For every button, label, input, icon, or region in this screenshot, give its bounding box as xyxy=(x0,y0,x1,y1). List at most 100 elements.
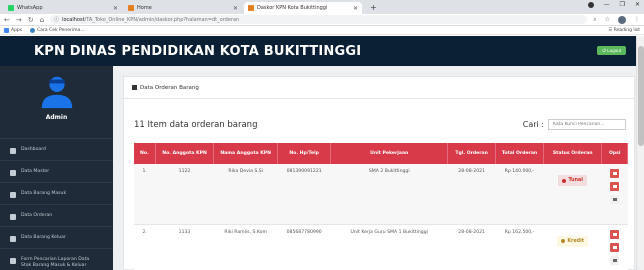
panel-title: Data Orderan Barang xyxy=(140,84,199,91)
cell-nama: Riki Ramlis, S.Kom xyxy=(213,224,278,270)
minimize-icon[interactable]: — xyxy=(604,1,610,8)
new-tab-button[interactable]: + xyxy=(364,2,383,14)
app-header: KPN DINAS PENDIDIKAN KOTA BUKITTINGGI ⏻ … xyxy=(0,36,636,66)
account-icon[interactable] xyxy=(587,1,594,8)
admin-avatar-icon xyxy=(41,76,72,109)
panel-heading: Data Orderan Barang xyxy=(124,77,634,99)
admin-label: Admin xyxy=(45,114,68,121)
sidebar-item-barang-masuk[interactable]: Data Barang Masuk xyxy=(0,182,113,204)
main-content: Data Orderan Barang 11 Item data orderan… xyxy=(113,66,636,270)
url-field[interactable]: ⓘ localhost /TA_Toko_Online_KPN/admin/da… xyxy=(50,15,588,24)
address-actions: ⌕ ☆ ⋮ xyxy=(593,15,640,24)
cell-total: Rp 162.500,- xyxy=(495,224,544,270)
delete-button[interactable] xyxy=(610,182,620,191)
maximize-icon[interactable]: ❐ xyxy=(620,1,625,8)
sidebar-item-label: Data Master xyxy=(21,169,50,174)
cell-status: Kredit xyxy=(543,224,602,270)
close-tab-icon[interactable]: ✕ xyxy=(113,5,118,12)
reading-list-label: Reading list xyxy=(613,28,640,33)
sidebar-item-label: Form Pencarian Laporan Data Stok Barang … xyxy=(21,257,90,268)
col-hp: No. Hp/Telp xyxy=(277,143,332,164)
cell-total: Rp 140.000,- xyxy=(495,164,544,225)
cell-tgl: 28-08-2021 xyxy=(447,224,496,270)
tab-label: WhatsApp xyxy=(17,5,43,11)
site-icon xyxy=(128,5,134,11)
close-window-icon[interactable]: ✕ xyxy=(635,1,640,8)
logout-label: Logout xyxy=(607,48,621,53)
col-opsi: Opsi xyxy=(601,143,628,164)
print-button[interactable] xyxy=(610,255,620,265)
cell-anggota: 1122 xyxy=(155,164,214,225)
window-controls: — ❐ ✕ xyxy=(587,1,640,8)
cell-status: Tunai xyxy=(543,164,602,225)
delete-button[interactable] xyxy=(610,242,620,252)
user-panel: Admin xyxy=(0,66,113,138)
sidebar-item-label: Data Barang Masuk xyxy=(21,191,67,196)
content-panel: Data Orderan Barang 11 Item data orderan… xyxy=(123,76,635,270)
menu-icon[interactable]: ⋮ xyxy=(634,16,640,23)
status-dot-icon xyxy=(562,178,567,183)
cell-no: 2. xyxy=(134,224,156,270)
document-icon xyxy=(10,258,16,264)
close-tab-icon[interactable]: ✕ xyxy=(353,5,358,12)
forward-icon[interactable]: → xyxy=(16,16,22,24)
bookmark-label: Apps xyxy=(11,27,23,33)
star-icon[interactable]: ☆ xyxy=(605,16,610,23)
table-row: 2. 1133 Riki Ramlis, S.Kom 085687780990 … xyxy=(134,224,628,270)
bookmark-icon xyxy=(30,27,36,33)
bookmark-cara-cek[interactable]: Cara Cek Penerima... xyxy=(30,27,85,33)
sidebar-item-dashboard[interactable]: Dashboard xyxy=(0,138,113,160)
logout-button[interactable]: ⏻ Logout xyxy=(597,46,626,55)
reload-icon[interactable]: ↻ xyxy=(28,16,34,24)
home-icon[interactable]: ⌂ xyxy=(40,16,44,24)
info-icon[interactable]: ⓘ xyxy=(54,16,59,23)
sidebar-item-barang-keluar[interactable]: Data Barang Keluar xyxy=(0,226,113,248)
sidebar-item-data-orderan[interactable]: Data Orderan xyxy=(0,204,113,226)
document-icon xyxy=(10,236,16,242)
zoom-icon[interactable]: ⌕ xyxy=(593,16,596,24)
status-label: Kredit xyxy=(567,238,585,244)
profile-icon[interactable] xyxy=(618,15,626,24)
detail-button[interactable] xyxy=(610,229,620,239)
back-icon[interactable]: ← xyxy=(4,16,10,24)
detail-button[interactable] xyxy=(610,169,620,178)
col-nama: Nama Anggota KPN xyxy=(213,143,279,164)
apps-icon xyxy=(4,27,9,33)
sidebar-item-label: Data Orderan xyxy=(21,213,53,218)
close-tab-icon[interactable]: ✕ xyxy=(233,5,238,12)
row-actions xyxy=(605,229,625,265)
cell-unit: Unit Kerja Guru SMA 1 Bukittinggi xyxy=(330,224,448,270)
browser-tab-home[interactable]: Home ✕ xyxy=(124,2,242,14)
gear-icon xyxy=(10,170,16,176)
tab-label: Daskor KPN Kota Bukittinggi xyxy=(257,5,328,11)
table-header-row: No. No. Anggota KPN Nama Anggota KPN No.… xyxy=(134,143,628,164)
col-no: No. xyxy=(134,143,156,164)
sidebar: Admin Dashboard Data Master Data Barang … xyxy=(0,66,113,270)
orders-table: No. No. Anggota KPN Nama Anggota KPN No.… xyxy=(134,143,628,270)
whatsapp-icon xyxy=(8,5,14,11)
document-icon xyxy=(132,85,137,90)
cell-nama: Rika Devia S.Si xyxy=(213,164,278,225)
bookmarks-bar: Apps Cara Cek Penerima... ☰ Reading list xyxy=(0,26,644,35)
url-host: localhost xyxy=(62,16,85,23)
search-label: Cari : xyxy=(522,120,544,129)
scroll-thumb[interactable] xyxy=(638,46,644,146)
bookmark-label: Cara Cek Penerima... xyxy=(37,27,85,33)
dashboard-icon xyxy=(10,148,16,154)
print-button[interactable] xyxy=(610,195,620,204)
cell-tgl: 28-08-2021 xyxy=(447,164,496,225)
page-scrollbar[interactable] xyxy=(636,36,644,270)
sidebar-item-label: Data Barang Keluar xyxy=(21,235,66,240)
sidebar-item-form-pencarian[interactable]: Form Pencarian Laporan Data Stok Barang … xyxy=(0,248,113,270)
status-icon xyxy=(561,239,566,243)
reading-list[interactable]: ☰ Reading list xyxy=(608,28,640,33)
sidebar-item-data-master[interactable]: Data Master xyxy=(0,160,113,182)
browser-tab-daskor[interactable]: Daskor KPN Kota Bukittinggi ✕ xyxy=(244,2,362,14)
cell-unit: SMA 2 Bukittinggi xyxy=(330,164,448,225)
browser-tab-whatsapp[interactable]: WhatsApp ✕ xyxy=(4,2,122,14)
search-input[interactable] xyxy=(548,119,626,130)
col-status: Status Orderan xyxy=(543,143,603,164)
bookmark-apps[interactable]: Apps xyxy=(4,27,23,33)
document-icon xyxy=(10,214,16,220)
col-unit: Unit Pekerjaan xyxy=(330,143,449,164)
